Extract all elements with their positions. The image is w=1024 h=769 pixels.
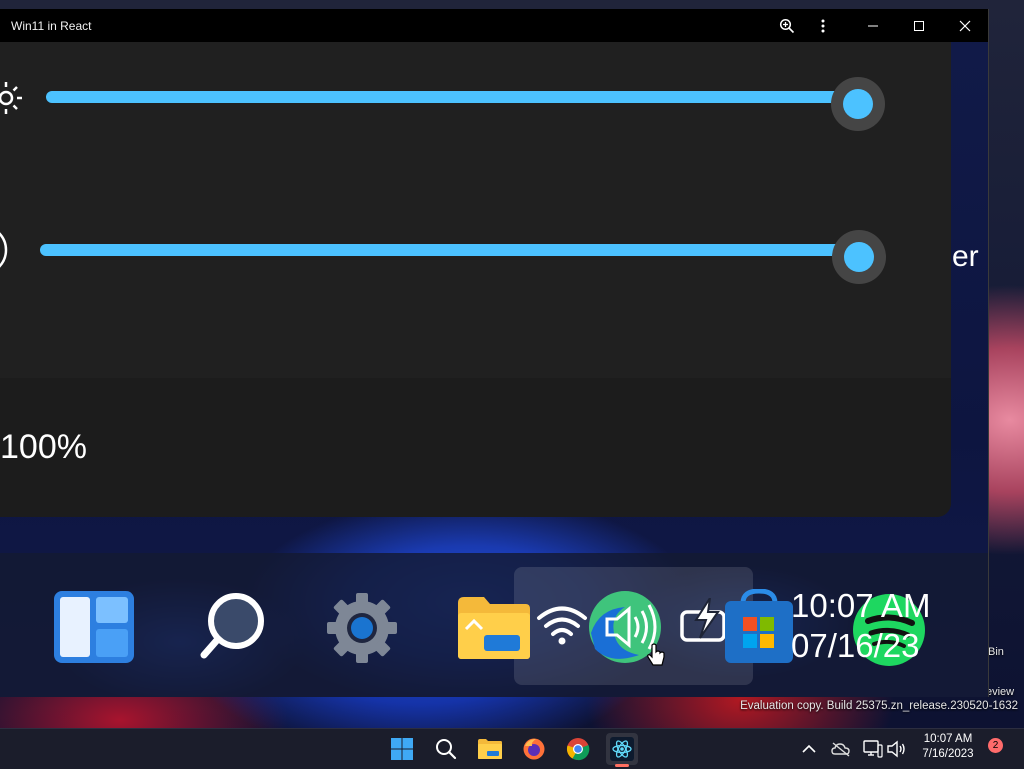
taskbar-time: 10:07 AM — [923, 733, 973, 745]
taskbar: 10:07 AM 7/16/2023 2 — [0, 728, 1024, 769]
firefox-icon[interactable] — [518, 733, 550, 765]
settings-icon[interactable] — [325, 591, 399, 670]
file-explorer-icon[interactable] — [456, 595, 532, 666]
preview-label: eview — [986, 686, 1015, 698]
chrome-icon[interactable] — [562, 733, 594, 765]
close-icon[interactable] — [945, 9, 985, 42]
zoomed-viewport: er 100% 10:07 AM 07/16/23 — [0, 42, 988, 697]
wifi-icon[interactable] — [536, 605, 588, 650]
window-title: Win11 in React — [11, 19, 92, 33]
battery-percentage: 100% — [0, 428, 87, 466]
more-icon[interactable] — [803, 9, 843, 42]
clipped-label: er — [952, 240, 979, 273]
app-window: Win11 in React er 100% 10:07 AM 07/16/23 — [0, 9, 989, 697]
chevron-up-icon[interactable] — [798, 738, 820, 760]
widgets-icon[interactable] — [54, 591, 136, 670]
store-icon[interactable] — [723, 588, 795, 670]
volume-icon[interactable] — [885, 738, 907, 760]
search-icon[interactable] — [200, 591, 270, 666]
quick-settings-footer — [0, 378, 951, 517]
zoom-icon[interactable] — [767, 9, 807, 42]
evaluation-watermark: Evaluation copy. Build 25375.zn_release.… — [740, 700, 1018, 712]
volume-slider-track[interactable] — [40, 244, 861, 256]
quick-settings-panel — [0, 42, 951, 517]
search-icon[interactable] — [430, 733, 462, 765]
maximize-icon[interactable] — [899, 9, 939, 42]
minimize-icon[interactable] — [853, 9, 893, 42]
volume-icon[interactable] — [0, 225, 10, 280]
volume-slider-thumb[interactable] — [832, 230, 886, 284]
file-explorer-icon[interactable] — [474, 733, 506, 765]
recycle-bin-label[interactable]: Bin — [988, 646, 1004, 658]
start-icon[interactable] — [386, 733, 418, 765]
zoomed-taskbar: 10:07 AM 07/16/23 — [0, 553, 988, 697]
zoomed-clock[interactable]: 10:07 AM 07/16/23 — [791, 586, 930, 666]
taskbar-clock[interactable]: 10:07 AM 7/16/2023 — [912, 732, 984, 762]
title-bar[interactable]: Win11 in React — [0, 9, 988, 42]
zoomed-clock-time: 10:07 AM — [791, 587, 931, 624]
win11-react-icon[interactable] — [606, 733, 638, 767]
onedrive-icon[interactable] — [830, 738, 852, 760]
notification-badge[interactable]: 2 — [988, 738, 1003, 753]
taskbar-date: 7/16/2023 — [922, 748, 974, 760]
cursor-hand-icon — [646, 643, 666, 674]
active-app-indicator — [615, 764, 629, 767]
network-icon[interactable] — [862, 738, 884, 760]
brightness-slider-thumb[interactable] — [831, 77, 885, 131]
zoomed-clock-date: 07/16/23 — [791, 627, 920, 664]
brightness-slider-track[interactable] — [46, 91, 861, 103]
brightness-icon — [0, 80, 24, 121]
